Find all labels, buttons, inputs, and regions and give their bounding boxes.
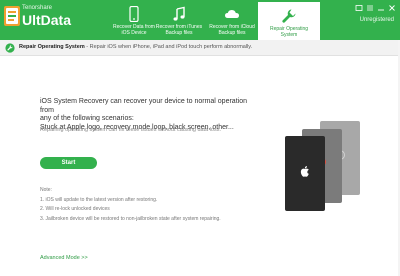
advanced-mode-link[interactable]: Advanced Mode >> — [40, 255, 88, 261]
brand-company: Tenorshare — [22, 5, 53, 11]
note-item: 2. Will re-lock unlocked devices — [40, 206, 110, 212]
section-title: Repair Operating System — [19, 44, 85, 50]
feedback-icon[interactable] — [355, 4, 363, 12]
section-header: Repair Operating System - Repair iOS whe… — [0, 40, 400, 56]
description-line: any of the following scenarios: — [40, 115, 134, 122]
cloud-icon — [225, 10, 239, 18]
tab-label-line2: System — [280, 32, 298, 38]
app-header: Tenorshare UltData Recover Data from iOS… — [0, 0, 400, 40]
tab-recover-icloud[interactable]: Recover from iCloud Backup files — [201, 0, 263, 40]
start-button[interactable]: Start — [40, 157, 97, 169]
apple-logo-icon — [300, 166, 309, 177]
phone-icon — [129, 6, 139, 22]
window-controls — [355, 4, 396, 12]
minimize-icon[interactable] — [377, 4, 385, 12]
note-item: 1. iOS will update to the latest version… — [40, 196, 158, 203]
recovery-subtext: Repairing operating system can fix these… — [40, 127, 221, 133]
tab-label-line2: Backup files — [218, 30, 246, 36]
repair-icon — [5, 43, 15, 53]
tab-repair-os[interactable]: Repair Operating System — [258, 0, 320, 40]
app-logo — [4, 6, 20, 26]
registration-status[interactable]: Unregistered — [360, 17, 394, 23]
section-description: Repair Operating System - Repair iOS whe… — [19, 44, 252, 50]
notes-title: Note: — [40, 187, 52, 193]
music-note-icon — [173, 6, 185, 21]
section-subtitle: - Repair iOS when iPhone, iPad and iPod … — [84, 44, 253, 50]
description-line: iOS System Recovery can recover your dev… — [40, 98, 247, 114]
notes-section: Note: 1. iOS will update to the latest v… — [40, 186, 221, 224]
note-item: 3. Jailbroken device will be restored to… — [40, 215, 221, 222]
brand-name: UltData — [22, 12, 72, 28]
menu-icon[interactable] — [366, 4, 374, 12]
device-illustration-front — [285, 136, 325, 211]
wrench-icon — [282, 9, 296, 23]
close-icon[interactable] — [388, 4, 396, 12]
